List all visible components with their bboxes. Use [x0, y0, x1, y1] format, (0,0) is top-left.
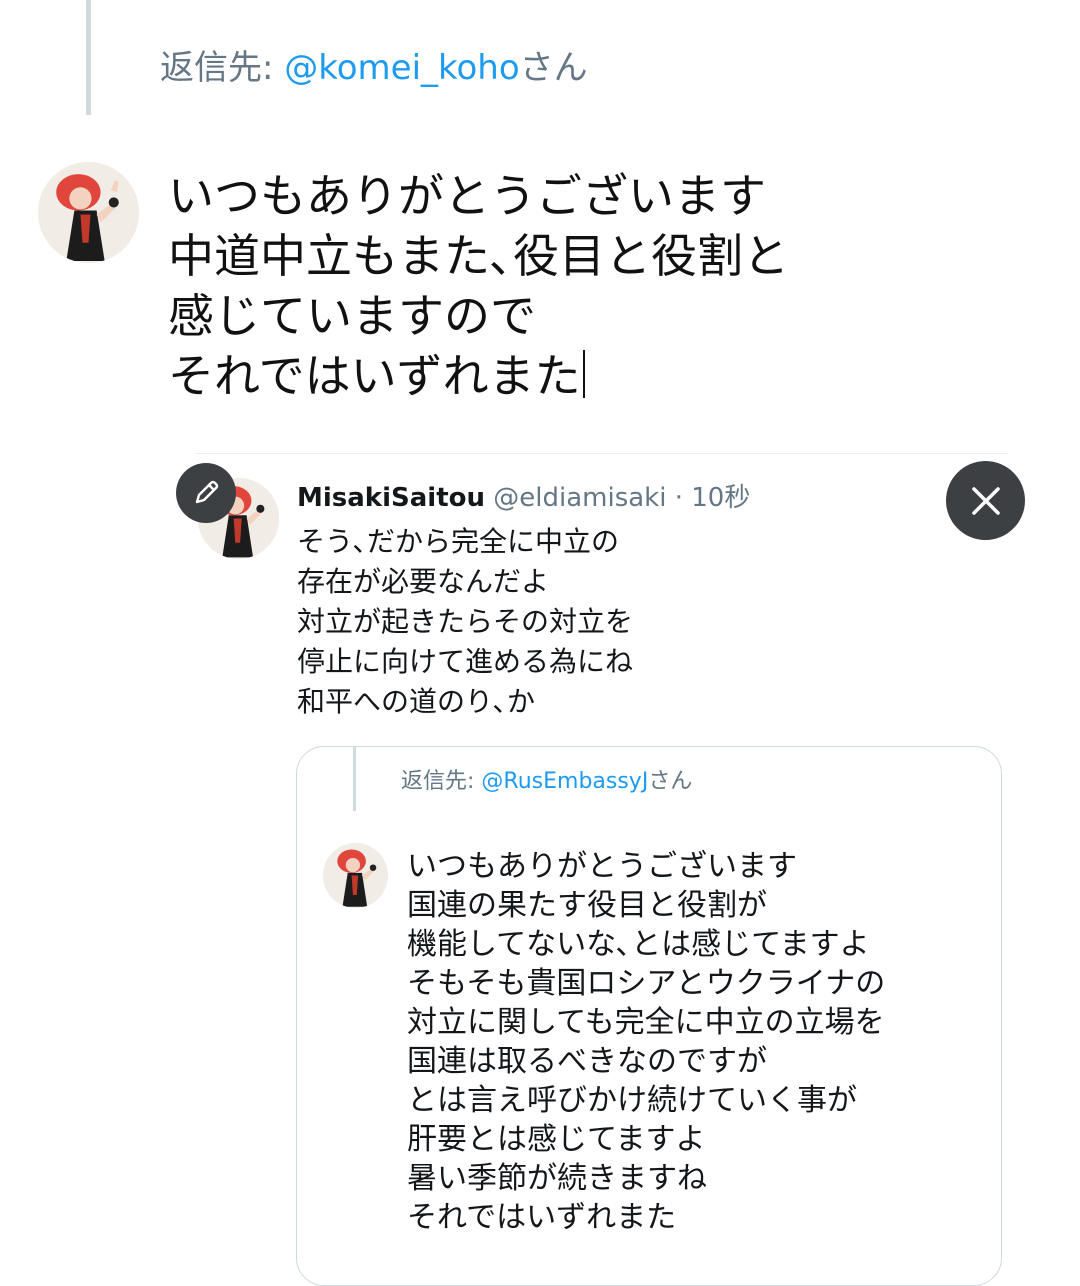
separator-dot: · [674, 483, 683, 513]
card-reply-handle: @RusEmbassyJ [481, 769, 649, 794]
card-avatar [323, 843, 388, 908]
compose-line: それではいずれまた [168, 349, 581, 403]
card-line: 対立に関しても完全に中立の立場を [407, 1005, 885, 1040]
remove-quote-button[interactable] [946, 461, 1025, 540]
edit-button[interactable] [176, 463, 236, 523]
compose-line: 感じていますので [168, 289, 536, 343]
card-line: 国連の果たす役目と役割が [407, 888, 767, 923]
compose-textarea[interactable]: いつもありがとうございます 中道中立もまた､役目と役割と 感じていますので それ… [168, 166, 1028, 406]
reply-to-handle-link[interactable]: @komei_koho [284, 48, 519, 88]
pencil-icon [195, 480, 219, 504]
card-line: いつもありがとうございます [407, 849, 797, 884]
card-reply-prefix: 返信先: [401, 769, 482, 794]
card-line: とは言え呼びかけ続けていく事が [407, 1083, 857, 1118]
card-line: 肝要とは感じてますよ [407, 1122, 706, 1157]
close-icon [971, 486, 1000, 515]
card-thread-line [353, 747, 356, 811]
quoted-display-name: MisakiSaitou [297, 483, 485, 513]
quoted-line: そう､だから完全に中立の [297, 525, 620, 558]
card-line: 機能してないな､とは感じてますよ [407, 927, 870, 962]
card-line: 国連は取るべきなのですが [407, 1044, 767, 1079]
card-tweet-text: いつもありがとうございます 国連の果たす役目と役割が 機能してないな､とは感じて… [407, 847, 885, 1237]
quoted-handle: @eldiamisaki [493, 483, 667, 513]
quoted-line: 和平への道のり､か [297, 685, 536, 718]
quoted-line: 対立が起きたらその対立を [297, 605, 634, 638]
card-line: それではいずれまた [407, 1200, 677, 1235]
quoted-tweet-text: そう､だから完全に中立の 存在が必要なんだよ 対立が起きたらその対立を 停止に向… [297, 522, 633, 722]
reply-to-suffix: さん [519, 48, 588, 88]
embedded-tweet-card[interactable]: 返信先: @RusEmbassyJさん いつもありがとうございます 国連の果たす… [296, 746, 1002, 1286]
thread-line [86, 0, 91, 115]
card-reply-to: 返信先: @RusEmbassyJさん [401, 763, 692, 795]
compose-line: いつもありがとうございます [168, 169, 766, 223]
quoted-timestamp: 10秒 [691, 483, 751, 513]
quoted-line: 存在が必要なんだよ [297, 565, 550, 598]
user-avatar[interactable] [38, 162, 139, 263]
compose-line: 中道中立もまた､役目と役割と [168, 229, 789, 283]
reply-to-header: 返信先: @komei_kohoさん [160, 40, 588, 89]
card-line: 暑い季節が続きますね [407, 1161, 707, 1196]
quoted-tweet-header: MisakiSaitou @eldiamisaki · 10秒 [297, 480, 750, 516]
reply-to-prefix: 返信先: [160, 48, 285, 88]
text-caret [582, 350, 585, 398]
quoted-line: 停止に向けて進める為にね [297, 645, 634, 678]
divider [196, 453, 1008, 454]
card-reply-suffix: さん [648, 769, 693, 794]
card-line: そもそも貴国ロシアとウクライナの [407, 966, 886, 1001]
